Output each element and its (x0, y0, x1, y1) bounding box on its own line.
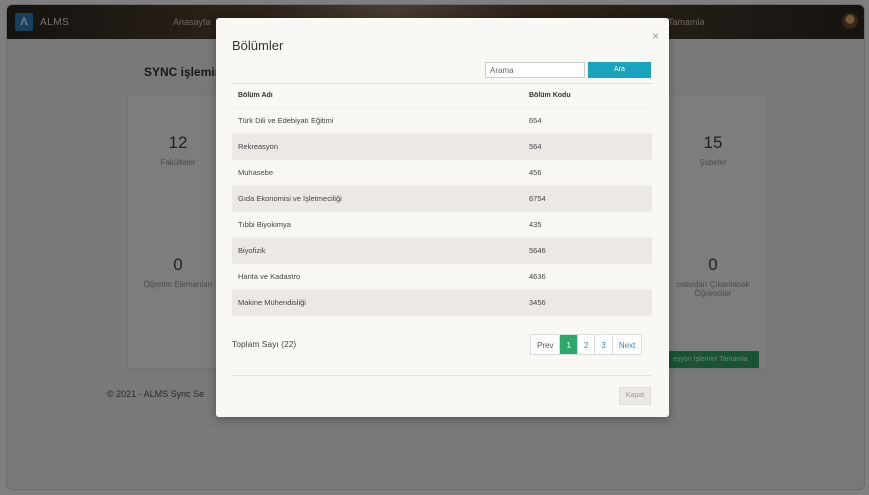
column-header-code[interactable]: Bölüm Kodu (529, 92, 652, 99)
cell-name: Gıda Ekonomisi ve İşletmeciliği (238, 194, 342, 203)
table-row[interactable]: Biyofizik 5646 (232, 238, 652, 264)
pagination-page-3[interactable]: 3 (594, 335, 611, 354)
table-row[interactable]: Tıbbi Biyokimya 435 (232, 212, 652, 238)
search-button[interactable]: Ara (588, 62, 651, 78)
pagination: Prev 1 2 3 Next (530, 334, 643, 355)
table-row[interactable]: Türk Dili ve Edebiyatı Eğitimi 654 (232, 108, 652, 134)
departments-table: Bölüm Adı Bölüm Kodu Türk Dili ve Edebiy… (232, 83, 652, 316)
close-icon[interactable]: × (652, 29, 659, 43)
cell-name: Harita ve Kadastro (238, 272, 301, 281)
cell-name: Biyofizik (238, 246, 266, 255)
cell-code: 564 (529, 142, 542, 151)
table-row[interactable]: Muhasebe 456 (232, 160, 652, 186)
cell-code: 4636 (529, 272, 546, 281)
total-count: Toplam Sayı (22) (232, 339, 297, 349)
cell-code: 5646 (529, 246, 546, 255)
departments-modal: Bölümler × Ara Bölüm Adı Bölüm Kodu Türk… (216, 18, 669, 417)
close-button[interactable]: Kapat (619, 387, 651, 405)
modal-title: Bölümler (232, 38, 284, 53)
table-row[interactable]: Gıda Ekonomisi ve İşletmeciliği 6754 (232, 186, 652, 212)
pagination-page-1[interactable]: 1 (559, 335, 577, 354)
pagination-page-2[interactable]: 2 (576, 335, 594, 354)
cell-code: 435 (529, 220, 542, 229)
cell-code: 654 (529, 116, 542, 125)
table-row[interactable]: Makine Mühendisliği 3456 (232, 290, 652, 316)
pagination-prev[interactable]: Prev (531, 335, 559, 354)
cell-code: 3456 (529, 298, 546, 307)
cell-code: 6754 (529, 194, 546, 203)
cell-name: Rekreasyon (238, 142, 279, 151)
search-input[interactable] (485, 62, 585, 78)
cell-name: Tıbbi Biyokimya (238, 220, 291, 229)
modal-footer-divider (232, 375, 652, 376)
column-header-name[interactable]: Bölüm Adı (232, 92, 529, 99)
pagination-next[interactable]: Next (611, 335, 641, 354)
cell-code: 456 (529, 168, 542, 177)
cell-name: Türk Dili ve Edebiyatı Eğitimi (238, 116, 334, 125)
cell-name: Makine Mühendisliği (238, 298, 306, 307)
table-row[interactable]: Rekreasyon 564 (232, 134, 652, 160)
cell-name: Muhasebe (238, 168, 274, 177)
table-header: Bölüm Adı Bölüm Kodu (232, 84, 652, 108)
table-row[interactable]: Harita ve Kadastro 4636 (232, 264, 652, 290)
